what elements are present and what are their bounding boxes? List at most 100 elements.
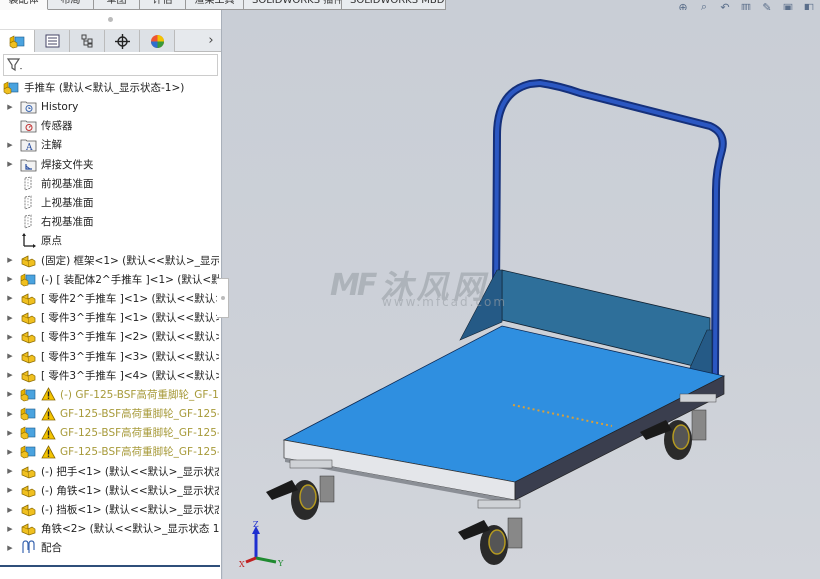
tree-item[interactable]: ▶ 配合 — [0, 538, 219, 557]
expand-arrow-icon[interactable]: ▶ — [0, 160, 20, 168]
tree-root-assembly[interactable]: 手推车 (默认<默认_显示状态-1>) — [0, 78, 221, 97]
plane-icon — [20, 195, 37, 211]
tree-item[interactable]: ▶ (-) 挡板<1> (默认<<默认>_显示状态 — [0, 500, 219, 519]
command-tab-0[interactable]: 装配体 — [0, 0, 48, 10]
tree-item[interactable]: 右视基准面 — [0, 212, 219, 231]
expand-arrow-icon[interactable]: ▶ — [0, 525, 20, 533]
tree-item[interactable]: ▶ (-) 角铁<1> (默认<<默认>_显示状态 — [0, 481, 219, 500]
command-tab-1[interactable]: 布局 — [48, 0, 94, 10]
tree-item[interactable]: ▶ [ 零件3^手推车 ]<4> (默认<<默认>_ — [0, 366, 219, 385]
tree-item-label: [ 零件3^手推车 ]<1> (默认<<默认>_ — [41, 312, 219, 325]
coordinate-triad: Z Y X — [239, 520, 284, 569]
graphics-area[interactable]: MF 沐风网 www.mfcad.com — [223, 10, 820, 579]
tree-item-label: [ 零件3^手推车 ]<4> (默认<<默认>_ — [41, 369, 219, 382]
expand-arrow-icon[interactable]: ▶ — [0, 390, 20, 398]
weldment-folder-icon — [20, 156, 37, 172]
tree-item[interactable]: ▶ GF-125-BSF高荷重脚轮_GF-125-I — [0, 404, 219, 423]
tree-item-label: [ 零件3^手推车 ]<2> (默认<<默认>_ — [41, 331, 219, 344]
panel-grip[interactable] — [0, 10, 221, 30]
expand-arrow-icon[interactable]: ▶ — [0, 410, 20, 418]
command-tab-6[interactable]: SOLIDWORKS MBD — [342, 0, 446, 10]
tree-item-label: 右视基准面 — [41, 216, 94, 229]
tree-item[interactable]: ▶ A 注解 — [0, 135, 219, 154]
tree-item-label: 注解 — [41, 139, 62, 152]
expand-arrow-icon[interactable]: ▶ — [0, 314, 20, 322]
tree-item[interactable]: ▶ (固定) 框架<1> (默认<<默认>_显示状态 — [0, 251, 219, 270]
tree-item[interactable]: 原点 — [0, 231, 219, 250]
expand-arrow-icon[interactable]: ▶ — [0, 141, 20, 149]
annotation-folder-icon: A — [20, 137, 37, 153]
dimxpertmanager-tab[interactable] — [105, 30, 140, 52]
subassembly-icon — [20, 425, 37, 441]
panel-collapse-handle[interactable] — [217, 278, 229, 318]
expand-arrow-icon[interactable]: ▶ — [0, 544, 20, 552]
tree-item[interactable]: 上视基准面 — [0, 193, 219, 212]
tree-item-label: GF-125-BSF高荷重脚轮_GF-125-I — [60, 446, 219, 459]
tree-item[interactable]: ▶ History — [0, 97, 219, 116]
expand-arrow-icon[interactable]: ▶ — [0, 103, 20, 111]
tree-item-label: (-) [ 装配体2^手推车 ]<1> (默认<默认 — [41, 273, 219, 286]
panel-tabs: › — [0, 30, 221, 52]
expand-arrow-icon[interactable]: ▶ — [0, 467, 20, 475]
tree-item[interactable]: ▶ [ 零件3^手推车 ]<3> (默认<<默认>_ — [0, 346, 219, 365]
command-tab-3[interactable]: 评估 — [140, 0, 186, 10]
tree-item-label: 配合 — [41, 542, 62, 555]
expand-arrow-icon[interactable]: ▶ — [0, 275, 20, 283]
featuremanager-tab[interactable] — [0, 30, 35, 52]
configurationmanager-tab[interactable] — [70, 30, 105, 52]
tree-item-label: (-) 把手<1> (默认<<默认>_显示状态 — [41, 465, 219, 478]
z-label: Z — [253, 520, 259, 529]
tree-item-label: (固定) 框架<1> (默认<<默认>_显示状态 — [41, 254, 219, 267]
command-tab-2[interactable]: 草图 — [94, 0, 140, 10]
expand-arrow-icon[interactable]: ▶ — [0, 294, 20, 302]
expand-arrow-icon[interactable]: ▶ — [0, 256, 20, 264]
displaymanager-icon — [150, 34, 164, 48]
plane-icon — [20, 214, 37, 230]
tree-item-label: 传感器 — [41, 120, 73, 133]
tree-filter[interactable] — [3, 54, 218, 76]
part-icon — [20, 252, 37, 268]
history-folder-icon — [20, 99, 37, 115]
expand-arrow-icon[interactable]: ▶ — [0, 448, 20, 456]
filter-icon — [6, 58, 22, 72]
tree-item[interactable]: ▶ (-) 把手<1> (默认<<默认>_显示状态 — [0, 462, 219, 481]
tree-item[interactable]: 传感器 — [0, 116, 219, 135]
tree-item[interactable]: ▶ 角铁<2> (默认<<默认>_显示状态 1> — [0, 519, 219, 538]
expand-arrow-icon[interactable]: ▶ — [0, 352, 20, 360]
command-tab-4[interactable]: 渲染工具 — [186, 0, 244, 10]
cart-model[interactable] — [223, 10, 820, 579]
tree-item-label: 前视基准面 — [41, 177, 94, 190]
part-icon — [20, 290, 37, 306]
expand-arrow-icon[interactable]: ▶ — [0, 486, 20, 494]
tree-item-label: History — [41, 100, 79, 113]
expand-arrow-icon[interactable]: ▶ — [0, 333, 20, 341]
tree-item-label: 焊接文件夹 — [41, 158, 94, 171]
expand-arrow-icon[interactable]: ▶ — [0, 429, 20, 437]
y-label: Y — [277, 559, 284, 568]
tree-item-label: (-) 挡板<1> (默认<<默认>_显示状态 — [41, 504, 219, 517]
tree-item[interactable]: ▶ [ 零件3^手推车 ]<1> (默认<<默认>_ — [0, 308, 219, 327]
configurationmanager-icon — [81, 34, 92, 48]
tree-item[interactable]: ▶ GF-125-BSF高荷重脚轮_GF-125-I — [0, 442, 219, 461]
tree-item[interactable]: ▶ 焊接文件夹 — [0, 155, 219, 174]
tree-item[interactable]: ▶ [ 零件2^手推车 ]<1> (默认<<默认>_ — [0, 289, 219, 308]
tree-item-label: GF-125-BSF高荷重脚轮_GF-125-I — [60, 427, 219, 440]
assembly-icon — [3, 80, 20, 96]
subassembly-icon — [20, 444, 37, 460]
expand-arrow-icon[interactable]: ▶ — [0, 371, 20, 379]
caster-front-right — [458, 499, 523, 565]
tree-item-label: 角铁<2> (默认<<默认>_显示状态 1> — [41, 523, 219, 536]
tree-item[interactable]: ▶ (-) [ 装配体2^手推车 ]<1> (默认<默认 — [0, 270, 219, 289]
expand-arrow-icon[interactable]: ▶ — [0, 506, 20, 514]
x-label: X — [239, 560, 245, 569]
displaymanager-tab[interactable] — [140, 30, 175, 52]
tree-item[interactable]: ▶ (-) GF-125-BSF高荷重脚轮_GF-125 — [0, 385, 219, 404]
command-tab-5[interactable]: SOLIDWORKS 插件 — [244, 0, 342, 10]
part-icon — [20, 463, 37, 479]
tree-item[interactable]: ▶ GF-125-BSF高荷重脚轮_GF-125-I — [0, 423, 219, 442]
panel-tabs-more-button[interactable]: › — [201, 30, 221, 51]
sensor-folder-icon — [20, 118, 37, 134]
tree-item[interactable]: ▶ [ 零件3^手推车 ]<2> (默认<<默认>_ — [0, 327, 219, 346]
tree-item[interactable]: 前视基准面 — [0, 174, 219, 193]
propertymanager-tab[interactable] — [35, 30, 70, 52]
